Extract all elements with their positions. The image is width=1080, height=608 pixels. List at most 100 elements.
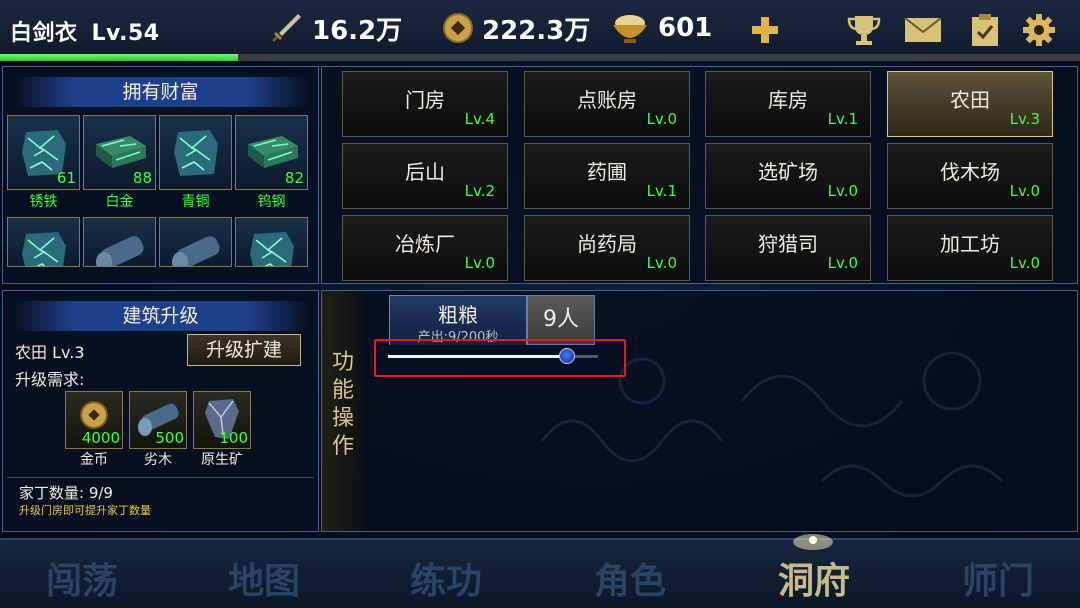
building-card[interactable]: 后山 Lv.2 bbox=[342, 143, 508, 209]
settings-button[interactable] bbox=[1020, 12, 1058, 48]
wealth-item[interactable]: 88 bbox=[83, 115, 156, 190]
product-card[interactable]: 粗粮 产出:9/200秒 bbox=[389, 295, 527, 345]
power-value: 16.2万 bbox=[312, 15, 403, 46]
divider bbox=[7, 477, 314, 478]
ore-icon bbox=[14, 224, 74, 266]
item-label: 锈铁 bbox=[29, 194, 58, 210]
building-name: 选矿场 bbox=[758, 160, 818, 184]
buildings-panel: 门房 Lv.4 点账房 Lv.0 库房 Lv.1 农田 Lv.3 后山 Lv.2 药圃 Lv.1 选矿场… bbox=[321, 66, 1078, 284]
bottom-nav: 闯荡 地图 练功 角色 洞府 师门 bbox=[0, 534, 1080, 608]
wealth-item[interactable] bbox=[159, 115, 232, 190]
ore-icon bbox=[242, 224, 302, 266]
function-panel: 功能操作 粗粮 产出:9/200秒 9人 bbox=[321, 290, 1078, 532]
food-value: 601 bbox=[658, 13, 713, 43]
player-level: Lv.54 bbox=[91, 21, 160, 46]
ore-icon bbox=[166, 122, 226, 186]
clipboard-icon bbox=[972, 14, 998, 46]
building-card[interactable]: 药圃 Lv.1 bbox=[524, 143, 690, 209]
side-tab: 功能操作 bbox=[322, 291, 364, 531]
log-icon bbox=[90, 224, 150, 266]
tab-2[interactable]: 练功 bbox=[386, 552, 506, 604]
servant-count: 家丁数量: 9/9 bbox=[19, 484, 113, 502]
trophy-icon bbox=[847, 16, 881, 45]
building-name: 门房 bbox=[405, 88, 445, 112]
mail-button[interactable] bbox=[904, 12, 942, 48]
wealth-item[interactable] bbox=[159, 217, 232, 267]
building-name: 冶炼厂 bbox=[395, 232, 455, 256]
tab-1[interactable]: 地图 bbox=[204, 552, 324, 604]
slider-highlight bbox=[374, 339, 626, 377]
food-bowl-icon bbox=[613, 15, 647, 43]
building-name: 药圃 bbox=[587, 160, 627, 184]
building-name: 农田 bbox=[950, 88, 990, 112]
tab-0[interactable]: 闯荡 bbox=[22, 552, 142, 604]
upgrade-title: 建筑升级 bbox=[13, 301, 308, 331]
coin-value: 222.3万 bbox=[482, 15, 591, 46]
requirement-name: 原生矿 bbox=[201, 452, 243, 468]
worker-slider-track[interactable] bbox=[388, 348, 598, 364]
food-stat: 601 bbox=[610, 10, 712, 46]
player-info[interactable]: 白剑衣 Lv.54 bbox=[10, 15, 174, 47]
building-level: Lv.0 bbox=[1009, 254, 1040, 272]
player-name: 白剑衣 bbox=[10, 21, 78, 46]
building-card[interactable]: 伐木场 Lv.0 bbox=[887, 143, 1053, 209]
requirement-item: 4000 bbox=[65, 391, 123, 449]
building-card[interactable]: 尚药局 Lv.0 bbox=[524, 215, 690, 281]
wealth-item[interactable]: 61 bbox=[7, 115, 80, 190]
power-stat: 16.2万 bbox=[268, 10, 402, 46]
worker-slider-fill bbox=[388, 355, 567, 358]
product-name: 粗粮 bbox=[438, 303, 478, 327]
trophy-button[interactable] bbox=[845, 12, 883, 48]
building-card[interactable]: 门房 Lv.4 bbox=[342, 71, 508, 137]
item-count: 82 bbox=[284, 169, 304, 187]
wealth-panel: 拥有财富 61 锈铁 88 白金 青铜 82 钨钢 bbox=[2, 66, 319, 284]
wealth-title: 拥有财富 bbox=[13, 77, 308, 107]
requirement-name: 金币 bbox=[80, 452, 108, 468]
upgrade-requirements-label: 升级需求: bbox=[15, 370, 85, 389]
exp-bar-fill bbox=[0, 54, 238, 61]
building-card[interactable]: 加工坊 Lv.0 bbox=[887, 215, 1053, 281]
wealth-item[interactable]: 82 bbox=[235, 115, 308, 190]
wealth-item[interactable] bbox=[83, 217, 156, 267]
tasks-button[interactable] bbox=[966, 12, 1004, 48]
wealth-item[interactable] bbox=[235, 217, 308, 267]
tab-3[interactable]: 角色 bbox=[570, 552, 690, 604]
wealth-item[interactable] bbox=[7, 217, 80, 267]
building-name: 库房 bbox=[768, 88, 808, 112]
building-card[interactable]: 狩猎司 Lv.0 bbox=[705, 215, 871, 281]
item-label: 白金 bbox=[105, 194, 134, 210]
requirement-amount: 4000 bbox=[81, 429, 120, 447]
side-tab-label: 功能操作 bbox=[331, 350, 354, 459]
mail-icon bbox=[904, 17, 942, 42]
item-label: 青铜 bbox=[181, 194, 210, 210]
building-name: 尚药局 bbox=[577, 232, 637, 256]
building-level: Lv.0 bbox=[827, 254, 858, 272]
tab-5[interactable]: 师门 bbox=[938, 552, 1058, 604]
building-card[interactable]: 库房 Lv.1 bbox=[705, 71, 871, 137]
requirement-amount: 500 bbox=[155, 429, 184, 447]
building-level: Lv.4 bbox=[464, 110, 495, 128]
coin-icon bbox=[443, 13, 473, 43]
top-bar: 白剑衣 Lv.54 16.2万 222.3万 601 bbox=[0, 0, 1080, 56]
tab-4[interactable]: 洞府 bbox=[754, 552, 874, 604]
building-card[interactable]: 农田 Lv.3 bbox=[887, 71, 1053, 137]
building-name: 狩猎司 bbox=[758, 232, 818, 256]
building-card[interactable]: 点账房 Lv.0 bbox=[524, 71, 690, 137]
building-level: Lv.0 bbox=[464, 254, 495, 272]
worker-slider-handle[interactable] bbox=[558, 348, 575, 364]
building-card[interactable]: 选矿场 Lv.0 bbox=[705, 143, 871, 209]
building-name: 加工坊 bbox=[940, 232, 1000, 256]
building-level: Lv.1 bbox=[646, 182, 677, 200]
requirement-item: 500 bbox=[129, 391, 187, 449]
coin-stat: 222.3万 bbox=[442, 10, 590, 46]
building-name: 伐木场 bbox=[940, 160, 1000, 184]
upgrade-button[interactable]: 升级扩建 bbox=[187, 334, 301, 366]
item-count: 61 bbox=[56, 169, 76, 187]
requirement-amount: 100 bbox=[219, 429, 248, 447]
building-level: Lv.0 bbox=[646, 110, 677, 128]
exp-bar bbox=[0, 54, 1080, 61]
building-level: Lv.0 bbox=[1009, 182, 1040, 200]
building-card[interactable]: 冶炼厂 Lv.0 bbox=[342, 215, 508, 281]
sword-icon bbox=[272, 14, 301, 42]
add-resource-button[interactable] bbox=[746, 12, 784, 48]
